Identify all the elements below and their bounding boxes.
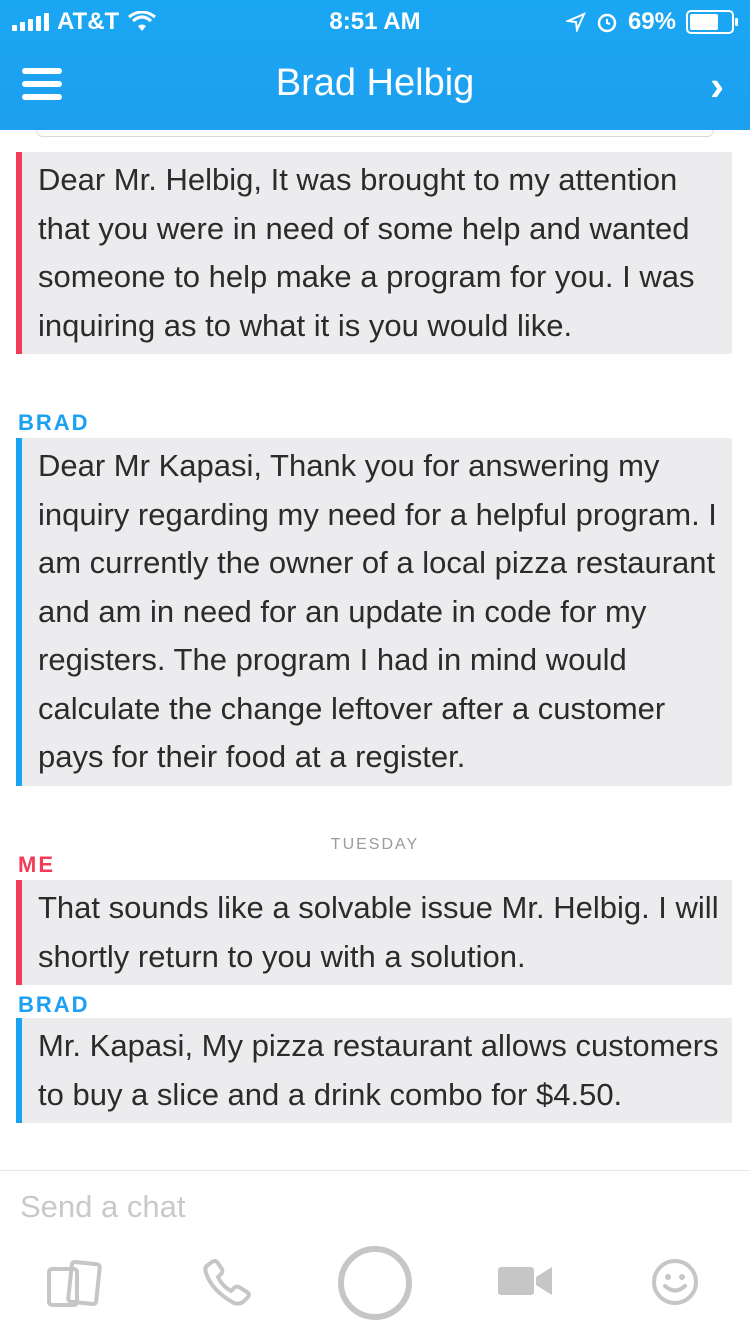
chevron-right-icon[interactable]: › <box>710 62 724 110</box>
day-separator: TUESDAY <box>330 836 420 853</box>
chat-input[interactable]: Send a chat <box>20 1189 185 1225</box>
chat-thread[interactable]: Dear Mr. Helbig, It was brought to my at… <box>0 130 750 1170</box>
sender-label-brad-2: BRAD <box>18 992 90 1017</box>
chat-title[interactable]: Brad Helbig <box>0 62 750 105</box>
message-text-1: Dear Mr. Helbig, It was brought to my at… <box>38 162 695 343</box>
capture-icon[interactable] <box>335 1243 415 1323</box>
bottom-bar: Send a chat <box>0 1170 750 1335</box>
status-right: 69% <box>565 8 738 36</box>
message-bubble-4[interactable]: Mr. Kapasi, My pizza restaurant allows c… <box>16 1018 732 1123</box>
sender-label-brad: BRAD <box>18 410 90 435</box>
emoji-icon[interactable] <box>650 1257 700 1307</box>
message-bubble-3[interactable]: That sounds like a solvable issue Mr. He… <box>16 880 732 985</box>
battery-icon <box>686 10 738 34</box>
header: AT&T 8:51 AM 69% Brad Helbig › <box>0 0 750 130</box>
cards-icon[interactable] <box>46 1259 104 1309</box>
status-bar: AT&T 8:51 AM 69% <box>0 0 750 40</box>
message-bubble-2[interactable]: Dear Mr Kapasi, Thank you for answering … <box>16 438 732 786</box>
sender-label-me: ME <box>18 852 55 877</box>
message-bubble-1[interactable]: Dear Mr. Helbig, It was brought to my at… <box>16 152 732 354</box>
battery-percent: 69% <box>627 8 676 35</box>
video-icon[interactable] <box>496 1263 554 1299</box>
location-arrow-icon <box>565 12 586 32</box>
message-text-3: That sounds like a solvable issue Mr. He… <box>38 890 719 974</box>
phone-icon[interactable] <box>200 1259 254 1309</box>
message-text-2: Dear Mr Kapasi, Thank you for answering … <box>38 448 717 774</box>
message-text-4: Mr. Kapasi, My pizza restaurant allows c… <box>38 1028 719 1112</box>
nav-bar: Brad Helbig › <box>0 40 750 130</box>
action-icons <box>0 1246 750 1329</box>
alarm-icon <box>597 13 617 33</box>
previous-message-edge <box>36 130 714 137</box>
